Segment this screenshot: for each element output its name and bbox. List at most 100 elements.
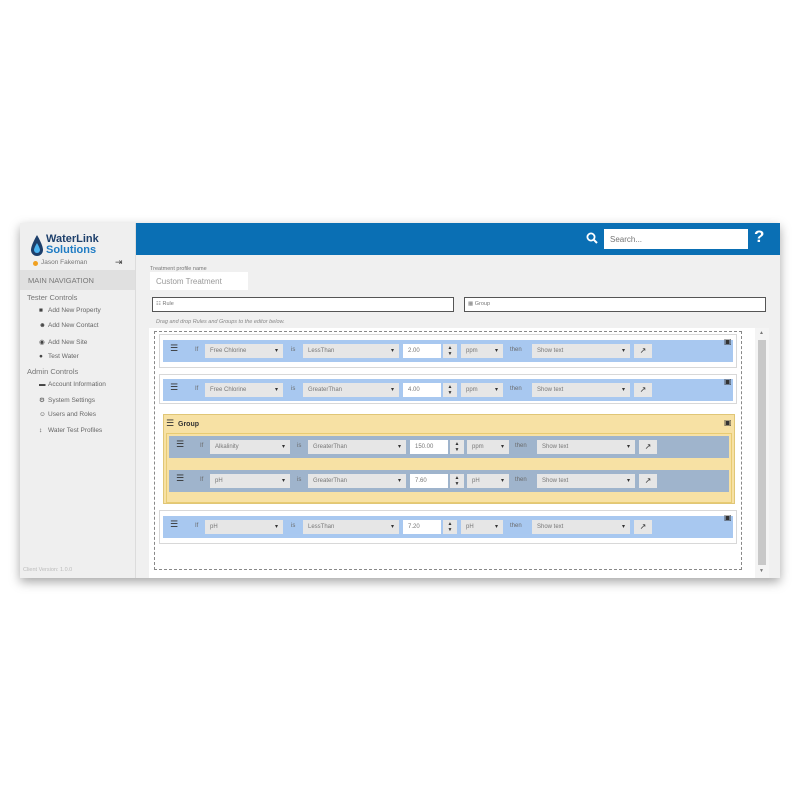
waterlink-logo[interactable]: WaterLink Solutions	[29, 231, 129, 261]
account-icon: ▬	[39, 381, 46, 388]
caret-down-icon: ▾	[390, 348, 394, 354]
drag-handle-icon[interactable]: ☰	[170, 343, 178, 357]
trash-icon[interactable]: ▣	[724, 377, 732, 386]
action-select[interactable]: Show text ▾	[532, 520, 630, 534]
operator-select[interactable]: GreaterThan ▾	[308, 440, 406, 454]
unit-select[interactable]: pH ▾	[467, 474, 509, 488]
rule-row[interactable]: ☰ If Free Chlorine ▾ is GreaterThan ▾ 4.00…	[163, 379, 733, 401]
logout-icon[interactable]: ⇥	[115, 257, 123, 268]
value-stepper[interactable]: ▲ ▼	[443, 520, 457, 534]
nav-add-new-contact[interactable]: ☻ Add New Contact	[39, 322, 99, 329]
action-select[interactable]: Show text ▾	[532, 344, 630, 358]
value-input[interactable]: 2.00	[403, 344, 441, 358]
group-drag-handle-icon[interactable]: ☰	[166, 418, 174, 429]
operator-select[interactable]: LessThan ▾	[303, 520, 399, 534]
app-window: WaterLink Solutions Jason Fakeman ⇥ MAIN…	[20, 223, 780, 578]
parameter-select[interactable]: Free Chlorine ▾	[205, 344, 283, 358]
user-plus-icon: ☻	[39, 322, 46, 329]
value-input[interactable]: 4.00	[403, 383, 441, 397]
value-input[interactable]: 7.20	[403, 520, 441, 534]
is-keyword: is	[291, 386, 296, 392]
caret-down-icon: ▾	[626, 444, 630, 450]
rule-row[interactable]: ☰ If Alkalinity ▾ is GreaterThan ▾ 150.00 …	[169, 436, 729, 458]
profile-name-input[interactable]	[150, 272, 248, 290]
value-stepper[interactable]: ▲ ▼	[450, 440, 464, 454]
scroll-down-icon[interactable]: ▼	[759, 568, 764, 574]
then-keyword: then	[515, 443, 527, 449]
rule-container: ☰ If pH ▾ is LessThan ▾ 7.20 ▲ ▼ pH ▾ then S…	[159, 510, 737, 544]
is-keyword: is	[291, 523, 296, 529]
scroll-up-icon[interactable]: ▲	[759, 330, 764, 336]
truck-icon: ■	[39, 307, 43, 314]
then-keyword: then	[515, 477, 527, 483]
rule-group[interactable]: ☰ Group ▣ ☰ If Alkalinity ▾ is GreaterTha…	[163, 414, 735, 504]
caret-down-icon: ▾	[626, 478, 630, 484]
rule-editor[interactable]: ▲ ▼ ☰ If Free Chlorine ▾ is LessThan ▾ 2.0…	[149, 328, 769, 578]
scrollbar-thumb[interactable]	[758, 340, 766, 565]
caret-down-icon: ▾	[274, 387, 278, 393]
if-keyword: If	[200, 443, 204, 449]
unit-select[interactable]: ppm ▾	[461, 344, 503, 358]
rule-drag-source[interactable]: ☷ Rule	[152, 297, 454, 312]
nav-system-settings[interactable]: ⚙ System Settings	[39, 396, 95, 404]
gear-icon: ⚙	[39, 397, 45, 404]
group-title: Group	[178, 421, 199, 428]
main-navigation-header: MAIN NAVIGATION	[20, 270, 135, 290]
search-input[interactable]	[604, 229, 748, 249]
trash-icon[interactable]: ▣	[724, 513, 732, 522]
parameter-select[interactable]: Alkalinity ▾	[210, 440, 290, 454]
value-input[interactable]: 150.00	[410, 440, 448, 454]
edit-text-icon[interactable]: ↗	[634, 344, 652, 358]
rule-container: ☰ If Free Chlorine ▾ is LessThan ▾ 2.00 ▲ ▼…	[159, 334, 737, 368]
group-drag-source[interactable]: ▦ Group	[464, 297, 766, 312]
nav-water-test-profiles[interactable]: ↕ Water Test Profiles	[39, 427, 102, 434]
action-select[interactable]: Show text ▾	[532, 383, 630, 397]
caret-down-icon: ▾	[500, 444, 504, 450]
drag-handle-icon[interactable]: ☰	[176, 473, 184, 487]
drag-handle-icon[interactable]: ☰	[176, 439, 184, 453]
edit-text-icon[interactable]: ↗	[639, 474, 657, 488]
nav-test-water[interactable]: ● Test Water	[39, 353, 79, 360]
edit-text-icon[interactable]: ↗	[634, 520, 652, 534]
value-stepper[interactable]: ▲ ▼	[443, 344, 457, 358]
value-stepper[interactable]: ▲ ▼	[450, 474, 464, 488]
rule-row[interactable]: ☰ If pH ▾ is GreaterThan ▾ 7.60 ▲ ▼ pH ▾ the…	[169, 470, 729, 492]
parameter-select[interactable]: Free Chlorine ▾	[205, 383, 283, 397]
operator-select[interactable]: LessThan ▾	[303, 344, 399, 358]
value-input[interactable]: 7.60	[410, 474, 448, 488]
editor-scrollbar[interactable]: ▲ ▼	[755, 328, 769, 578]
action-select[interactable]: Show text ▾	[537, 474, 635, 488]
nav-account-information[interactable]: ▬ Account Information	[39, 381, 106, 388]
unit-select[interactable]: pH ▾	[461, 520, 503, 534]
caret-down-icon: ▾	[397, 444, 401, 450]
parameter-select[interactable]: pH ▾	[205, 520, 283, 534]
then-keyword: then	[510, 347, 522, 353]
unit-select[interactable]: ppm ▾	[461, 383, 503, 397]
action-select[interactable]: Show text ▾	[537, 440, 635, 454]
nav-add-new-site[interactable]: ◉ Add New Site	[39, 338, 87, 346]
parameter-select[interactable]: pH ▾	[210, 474, 290, 488]
caret-down-icon: ▾	[494, 348, 498, 354]
operator-select[interactable]: GreaterThan ▾	[308, 474, 406, 488]
trash-icon[interactable]: ▣	[724, 337, 732, 346]
edit-text-icon[interactable]: ↗	[634, 383, 652, 397]
edit-text-icon[interactable]: ↗	[639, 440, 657, 454]
rule-row[interactable]: ☰ If Free Chlorine ▾ is LessThan ▾ 2.00 ▲ ▼…	[163, 340, 733, 362]
group-body: ☰ If Alkalinity ▾ is GreaterThan ▾ 150.00 …	[166, 433, 732, 503]
drag-handle-icon[interactable]: ☰	[170, 382, 178, 396]
unit-select[interactable]: ppm ▾	[467, 440, 509, 454]
nav-add-new-property[interactable]: ■ Add New Property	[39, 307, 101, 314]
value-stepper[interactable]: ▲ ▼	[443, 383, 457, 397]
caret-down-icon: ▾	[390, 524, 394, 530]
admin-controls-heading: Admin Controls	[27, 367, 79, 376]
search-icon[interactable]	[586, 232, 598, 244]
group-trash-icon[interactable]: ▣	[724, 418, 732, 427]
drag-handle-icon[interactable]: ☰	[170, 519, 178, 533]
operator-select[interactable]: GreaterThan ▾	[303, 383, 399, 397]
caret-down-icon: ▾	[621, 348, 625, 354]
help-icon[interactable]: ?	[754, 227, 764, 247]
rule-row[interactable]: ☰ If pH ▾ is LessThan ▾ 7.20 ▲ ▼ pH ▾ then S…	[163, 516, 733, 538]
caret-down-icon: ▾	[621, 524, 625, 530]
drag-hint: Drag and drop Rules and Groups to the ed…	[156, 319, 285, 325]
nav-users-and-roles[interactable]: ☺ Users and Roles	[39, 411, 96, 418]
